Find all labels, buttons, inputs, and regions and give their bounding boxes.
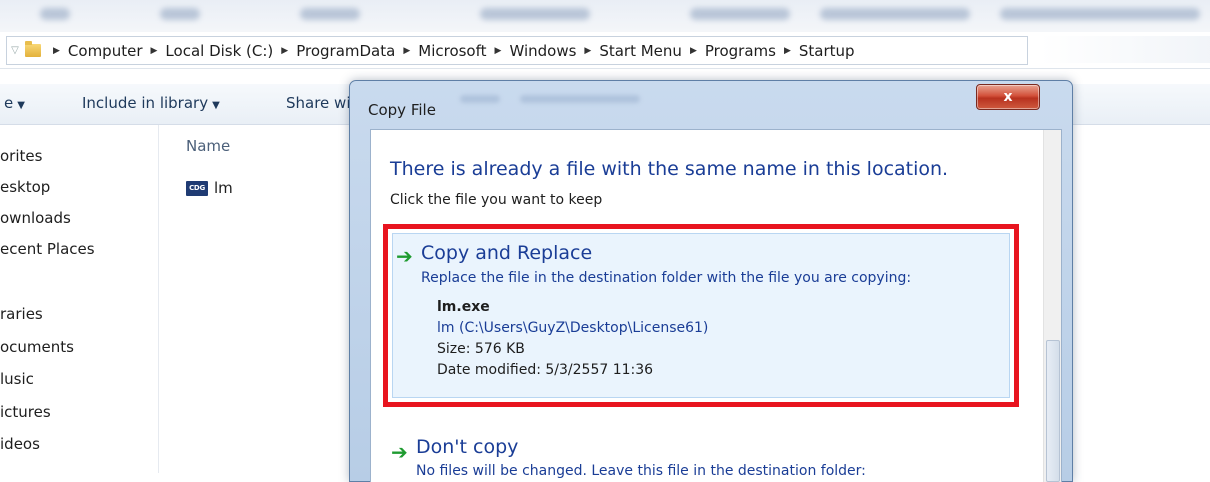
- search-box-blurred[interactable]: [1040, 36, 1210, 63]
- dialog-title: Copy File: [368, 101, 436, 119]
- nav-item-videos[interactable]: ideos: [0, 435, 40, 453]
- title-blur: [520, 95, 640, 103]
- breadcrumb-separator-icon[interactable]: ▶: [403, 46, 410, 56]
- file-size-label: Size: 576 KB: [437, 341, 525, 357]
- breadcrumb-separator-icon[interactable]: ▶: [151, 46, 158, 56]
- breadcrumb-item-programdata[interactable]: ProgramData: [296, 42, 395, 60]
- nav-item-favorites[interactable]: orites: [0, 147, 42, 165]
- green-arrow-icon: ➔: [396, 244, 413, 268]
- file-name-label: lm.exe: [437, 299, 490, 315]
- breadcrumb-item-programs[interactable]: Programs: [705, 42, 776, 60]
- exe-file-icon: CDG: [186, 180, 208, 196]
- nav-item-downloads[interactable]: ownloads: [0, 209, 71, 227]
- dialog-heading: There is already a file with the same na…: [390, 158, 949, 180]
- breadcrumb[interactable]: ▽ ▶ Computer ▶ Local Disk (C:) ▶ Program…: [6, 36, 1028, 65]
- file-name: lm: [214, 179, 233, 197]
- blur-blob: [40, 8, 70, 20]
- nav-item-recent-places[interactable]: ecent Places: [0, 240, 95, 258]
- nav-item-desktop[interactable]: esktop: [0, 178, 50, 196]
- option-title: Don't copy: [416, 436, 519, 458]
- navigation-pane: orites esktop ownloads ecent Places rari…: [0, 125, 159, 473]
- title-blur: [460, 95, 500, 103]
- include-in-library-label: Include in library: [82, 94, 209, 112]
- close-icon: x: [1003, 89, 1013, 105]
- green-arrow-icon: ➔: [391, 440, 408, 464]
- dialog-scrollbar[interactable]: [1043, 130, 1061, 482]
- nav-item-pictures[interactable]: ictures: [0, 403, 51, 421]
- nav-item-libraries[interactable]: raries: [0, 305, 43, 323]
- breadcrumb-item-startup[interactable]: Startup: [799, 42, 855, 60]
- file-path-label: lm (C:\Users\GuyZ\Desktop\License61): [437, 320, 709, 336]
- chevron-down-icon: ▼: [17, 100, 25, 111]
- breadcrumb-separator-icon[interactable]: ▶: [53, 46, 60, 56]
- breadcrumb-separator-icon[interactable]: ▶: [690, 46, 697, 56]
- folder-icon: [25, 41, 41, 57]
- blur-blob: [1000, 8, 1200, 20]
- nav-item-music[interactable]: lusic: [0, 370, 34, 388]
- column-header-name[interactable]: Name: [186, 137, 230, 155]
- dialog-body: There is already a file with the same na…: [370, 129, 1062, 482]
- breadcrumb-separator-icon[interactable]: ▶: [495, 46, 502, 56]
- option-description: Replace the file in the destination fold…: [421, 270, 912, 286]
- file-date-label: Date modified: 5/3/2557 11:36: [437, 362, 654, 378]
- organize-button[interactable]: e ▼: [4, 94, 25, 112]
- option-title: Copy and Replace: [421, 242, 593, 264]
- blur-blob: [820, 8, 970, 20]
- blur-blob: [300, 8, 360, 20]
- dialog-subheading: Click the file you want to keep: [390, 192, 603, 208]
- scrollbar-thumb[interactable]: [1046, 340, 1060, 482]
- close-button[interactable]: x: [976, 84, 1040, 110]
- breadcrumb-separator-icon[interactable]: ▶: [281, 46, 288, 56]
- include-in-library-button[interactable]: Include in library ▼: [82, 94, 220, 112]
- copy-and-replace-option[interactable]: ➔ Copy and Replace Replace the file in t…: [383, 224, 1019, 407]
- breadcrumb-separator-icon[interactable]: ▶: [584, 46, 591, 56]
- address-bar: ▽ ▶ Computer ▶ Local Disk (C:) ▶ Program…: [0, 32, 1210, 69]
- history-dropdown-icon[interactable]: ▽: [7, 45, 23, 56]
- blur-blob: [690, 8, 790, 20]
- breadcrumb-item-computer[interactable]: Computer: [68, 42, 143, 60]
- organize-label: e: [4, 94, 14, 112]
- breadcrumb-item-microsoft[interactable]: Microsoft: [418, 42, 486, 60]
- file-item[interactable]: CDG lm: [186, 176, 233, 200]
- option-description: No files will be changed. Leave this fil…: [416, 463, 866, 479]
- breadcrumb-item-windows[interactable]: Windows: [509, 42, 576, 60]
- blur-blob: [480, 8, 590, 20]
- chevron-down-icon: ▼: [212, 100, 220, 111]
- nav-item-documents[interactable]: ocuments: [0, 338, 74, 356]
- option-highlight: ➔ Copy and Replace Replace the file in t…: [392, 233, 1010, 398]
- breadcrumb-separator-icon[interactable]: ▶: [784, 46, 791, 56]
- share-with-button[interactable]: Share wi: [286, 94, 351, 112]
- breadcrumb-item-start-menu[interactable]: Start Menu: [599, 42, 682, 60]
- copy-file-dialog: Copy File x There is already a file with…: [349, 80, 1073, 482]
- breadcrumb-item-local-disk[interactable]: Local Disk (C:): [165, 42, 273, 60]
- blur-blob: [160, 8, 200, 20]
- blurred-title-area: [0, 0, 1210, 32]
